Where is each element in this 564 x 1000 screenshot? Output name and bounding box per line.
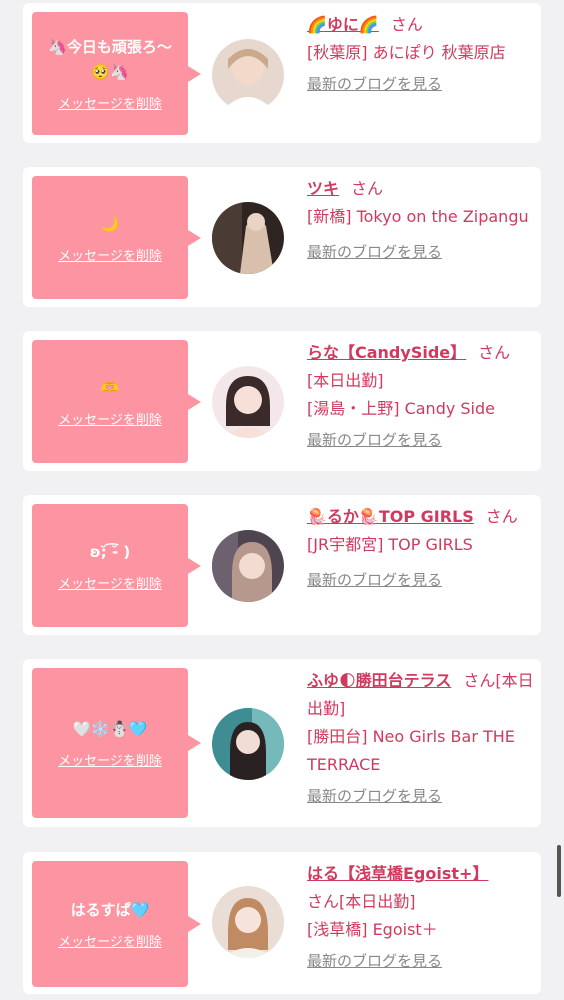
latest-blog-link[interactable]: 最新のブログを見る xyxy=(307,950,442,971)
shop-row: さん[本日出勤] xyxy=(307,888,535,916)
scrollbar[interactable] xyxy=(557,845,561,897)
cast-name-row: 🪼るか🪼TOP GIRLS さん xyxy=(307,503,535,531)
avatar[interactable] xyxy=(212,708,284,780)
cast-name-link[interactable]: らな【CandySide】 xyxy=(307,343,466,362)
shop-extra-text: [浅草橋] Egoist＋ xyxy=(307,920,438,939)
message-text: 🌙 xyxy=(100,214,120,233)
message-text: 🫶 xyxy=(100,378,120,397)
shop-text: [本日出勤] xyxy=(307,371,384,390)
message-text: はるすぱ🩵 xyxy=(70,901,150,919)
delete-message-link[interactable]: メッセージを削除 xyxy=(58,931,162,950)
latest-blog-link[interactable]: 最新のブログを見る xyxy=(307,429,442,450)
latest-blog-link[interactable]: 最新のブログを見る xyxy=(307,785,442,806)
cast-name-row: はる【浅草橋Egoist+】 xyxy=(307,860,535,888)
delete-message-link[interactable]: メッセージを削除 xyxy=(58,93,162,112)
shop-text: [新橋] Tokyo on the Zipangu xyxy=(307,207,529,226)
message-bubble: はるすぱ🩵 メッセージを削除 xyxy=(32,861,201,987)
message-bubble: 🤍❄️☃️🩵 メッセージを削除 xyxy=(32,668,201,818)
delete-message-link[interactable]: メッセージを削除 xyxy=(58,409,162,428)
cast-name-row: ツキ さん xyxy=(307,175,535,203)
cast-name-link[interactable]: ツキ xyxy=(307,179,339,198)
honorific: さん xyxy=(351,179,384,198)
latest-blog-link[interactable]: 最新のブログを見る xyxy=(307,73,442,94)
list-item: はるすぱ🩵 メッセージを削除 はる【浅草橋Egoist+】 さん[本日出勤] [… xyxy=(23,852,541,994)
message-bubble: 🌙 メッセージを削除 xyxy=(32,176,201,299)
avatar[interactable] xyxy=(212,530,284,602)
list-item: 🌙 メッセージを削除 ツキ さん [新橋] Tokyo on the Zipang… xyxy=(23,167,541,307)
shop-extra-text: [湯島・上野] Candy Side xyxy=(307,399,496,418)
latest-blog-link[interactable]: 最新のブログを見る xyxy=(307,241,442,262)
cast-name-row: ふゆ🌓勝田台テラス さん[本日出勤] xyxy=(307,667,535,723)
honorific: さん xyxy=(390,15,423,34)
delete-message-link[interactable]: メッセージを削除 xyxy=(58,245,162,264)
list-item: 🦄今日も頑張ろ〜🥺🦄 メッセージを削除 🌈ゆに🌈 さん [秋葉原] あにぽり 秋葉… xyxy=(23,3,541,143)
avatar[interactable] xyxy=(212,886,284,958)
cast-name-row: 🌈ゆに🌈 さん xyxy=(307,11,535,39)
latest-blog-link[interactable]: 最新のブログを見る xyxy=(307,569,442,590)
avatar[interactable] xyxy=(212,39,284,111)
avatar[interactable] xyxy=(212,366,284,438)
honorific: さん xyxy=(478,343,511,362)
delete-message-link[interactable]: メッセージを削除 xyxy=(58,750,162,769)
avatar[interactable] xyxy=(212,202,284,274)
message-text: 🦄今日も頑張ろ〜🥺🦄 xyxy=(48,38,172,81)
message-text: 🤍❄️☃️🩵 xyxy=(72,720,148,738)
honorific: さん xyxy=(463,671,496,690)
delete-message-link[interactable]: メッセージを削除 xyxy=(58,573,162,592)
message-bubble: ʚ;̆ ͡-̆ ) メッセージを削除 xyxy=(32,504,201,627)
shop-extra-text: [勝田台] Neo Girls Bar THE TERRACE xyxy=(307,727,515,774)
list-item: ʚ;̆ ͡-̆ ) メッセージを削除 🪼るか🪼TOP GIRLS さん [JR宇都… xyxy=(23,495,541,635)
list-item: 🤍❄️☃️🩵 メッセージを削除 ふゆ🌓勝田台テラス さん[本日出勤] [勝田台] … xyxy=(23,659,541,827)
shop-text: [JR宇都宮] TOP GIRLS xyxy=(307,535,473,554)
message-text: ʚ;̆ ͡-̆ ) xyxy=(89,542,131,561)
list-item: 🫶 メッセージを削除 らな【CandySide】 さん [本日出勤] [湯島・上野… xyxy=(23,331,541,471)
cast-name-row: らな【CandySide】 さん xyxy=(307,339,535,367)
shop-text: [本日出勤] xyxy=(339,892,416,911)
cast-name-link[interactable]: はる【浅草橋Egoist+】 xyxy=(307,864,488,883)
honorific: さん xyxy=(307,892,340,911)
cast-name-link[interactable]: 🪼るか🪼TOP GIRLS xyxy=(307,507,474,526)
message-bubble: 🦄今日も頑張ろ〜🥺🦄 メッセージを削除 xyxy=(32,12,201,135)
honorific: さん xyxy=(485,507,518,526)
cast-name-link[interactable]: 🌈ゆに🌈 xyxy=(307,15,379,34)
shop-text: [秋葉原] あにぽり 秋葉原店 xyxy=(307,43,506,62)
cast-name-link[interactable]: ふゆ🌓勝田台テラス xyxy=(307,671,451,690)
message-bubble: 🫶 メッセージを削除 xyxy=(32,340,201,463)
